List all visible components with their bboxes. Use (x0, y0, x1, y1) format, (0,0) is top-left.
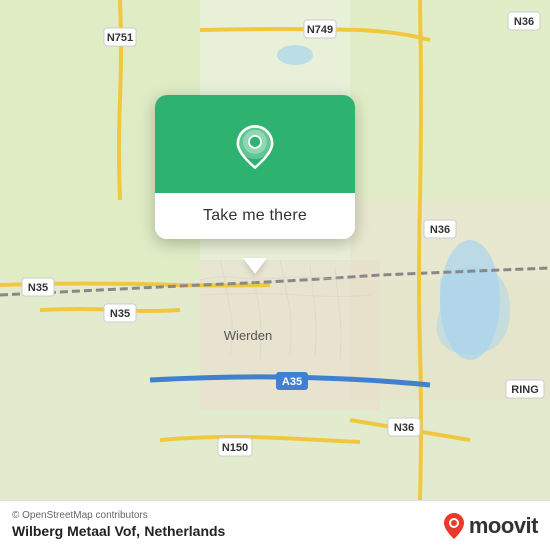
svg-text:N749: N749 (307, 24, 333, 36)
svg-text:N36: N36 (394, 422, 414, 434)
copyright-text: © OpenStreetMap contributors (12, 510, 225, 521)
svg-text:Wierden: Wierden (224, 328, 272, 343)
svg-text:A35: A35 (282, 376, 302, 388)
country-name: Netherlands (144, 523, 225, 539)
svg-text:N36: N36 (430, 224, 450, 236)
bottom-bar: © OpenStreetMap contributors Wilberg Met… (0, 500, 550, 550)
svg-text:N751: N751 (107, 32, 133, 44)
svg-text:RING: RING (511, 384, 539, 396)
svg-text:N36: N36 (514, 16, 534, 28)
place-info: Wilberg Metaal Vof, Netherlands (12, 523, 225, 541)
take-me-there-button[interactable]: Take me there (155, 193, 355, 239)
popup-pointer (243, 258, 267, 274)
map: N36 N751 N749 N36 N35 N35 Wierden A35 N1… (0, 0, 550, 500)
moovit-text: moovit (469, 513, 538, 539)
location-pin-icon (231, 123, 279, 171)
moovit-logo: moovit (443, 512, 538, 540)
bottom-left: © OpenStreetMap contributors Wilberg Met… (12, 510, 225, 541)
popup-green-area (155, 95, 355, 193)
moovit-pin-icon (443, 512, 465, 540)
popup-card: Take me there (155, 95, 355, 239)
svg-text:N35: N35 (110, 308, 130, 320)
place-name: Wilberg Metaal Vof, (12, 523, 140, 539)
svg-text:N150: N150 (222, 442, 248, 454)
svg-text:N35: N35 (28, 282, 48, 294)
